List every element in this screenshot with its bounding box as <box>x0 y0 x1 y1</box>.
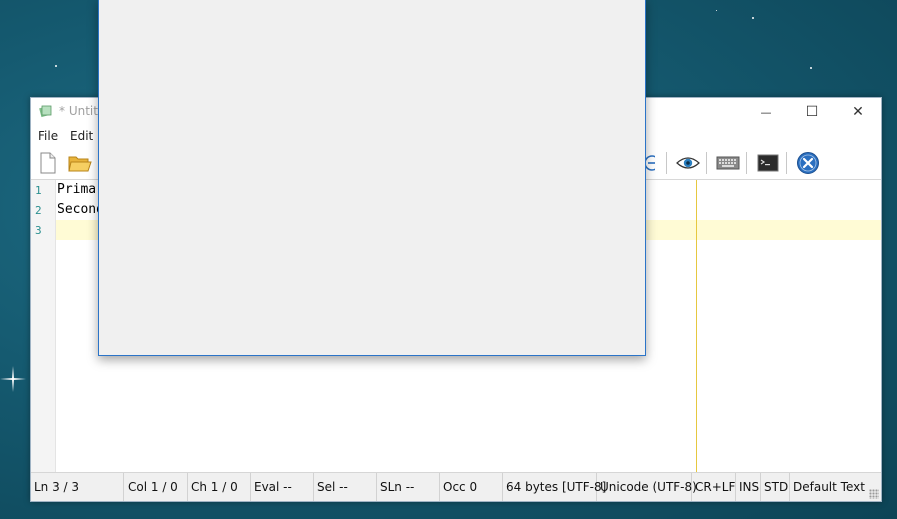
view-icon <box>676 157 700 169</box>
toolbar-separator <box>706 152 707 174</box>
menu-edit[interactable]: Edit <box>70 129 93 143</box>
status-line-endings[interactable]: CR+LF <box>692 473 736 501</box>
status-line[interactable]: Ln 3 / 3 <box>31 473 124 501</box>
line-number: 1 <box>35 184 42 197</box>
app-icon <box>39 105 52 118</box>
status-selection[interactable]: Sel -- <box>314 473 377 501</box>
toolbar-separator <box>666 152 667 174</box>
status-eval[interactable]: Eval -- <box>251 473 314 501</box>
resize-grip[interactable] <box>869 489 879 499</box>
minimize-button[interactable]: — <box>743 98 789 126</box>
line-number-gutter: 1 2 3 <box>31 180 56 473</box>
desktop-sparkle <box>0 366 26 392</box>
status-char[interactable]: Ch 1 / 0 <box>188 473 251 501</box>
status-insert-mode[interactable]: INS <box>736 473 761 501</box>
toolbar-separator <box>786 152 787 174</box>
text-line: Primar <box>57 182 104 197</box>
status-selected-lines[interactable]: SLn -- <box>377 473 440 501</box>
desktop-star <box>716 10 717 11</box>
open-file-button[interactable] <box>68 151 92 175</box>
window-title: * Untitl <box>59 104 102 118</box>
close-button[interactable]: ✕ <box>835 98 881 126</box>
open-folder-icon <box>68 156 92 172</box>
view-button[interactable] <box>676 151 700 175</box>
close-icon: ✕ <box>852 104 864 120</box>
keyboard-button[interactable] <box>716 151 740 175</box>
minimize-icon: — <box>760 105 772 119</box>
line-number: 2 <box>35 204 42 217</box>
new-file-button[interactable] <box>36 151 60 175</box>
desktop-star <box>752 17 754 19</box>
status-std-mode[interactable]: STD <box>761 473 790 501</box>
status-encoding[interactable]: Unicode (UTF-8) <box>597 473 697 501</box>
status-file-size[interactable]: 64 bytes [UTF-8] <box>503 473 606 501</box>
terminal-icon <box>757 154 779 172</box>
text-line: Second <box>57 202 104 217</box>
status-bar: Ln 3 / 3 Col 1 / 0 Ch 1 / 0 Eval -- Sel … <box>31 472 881 501</box>
desktop-star <box>55 65 57 67</box>
maximize-icon: ☐ <box>805 104 819 120</box>
blank-dialog-window[interactable] <box>98 0 646 356</box>
menu-file[interactable]: File <box>38 129 58 143</box>
maximize-button[interactable]: ☐ <box>789 98 835 126</box>
exit-button[interactable] <box>796 151 820 175</box>
long-line-marker <box>696 180 697 473</box>
status-lexer[interactable]: Default Text <box>790 473 870 501</box>
status-column[interactable]: Col 1 / 0 <box>125 473 188 501</box>
new-file-icon <box>40 152 56 174</box>
exit-icon <box>797 152 819 174</box>
terminal-button[interactable] <box>756 151 780 175</box>
desktop-star <box>810 67 812 69</box>
status-occurrences[interactable]: Occ 0 <box>440 473 503 501</box>
keyboard-icon <box>716 156 740 170</box>
line-number: 3 <box>35 224 42 237</box>
toolbar-separator <box>746 152 747 174</box>
